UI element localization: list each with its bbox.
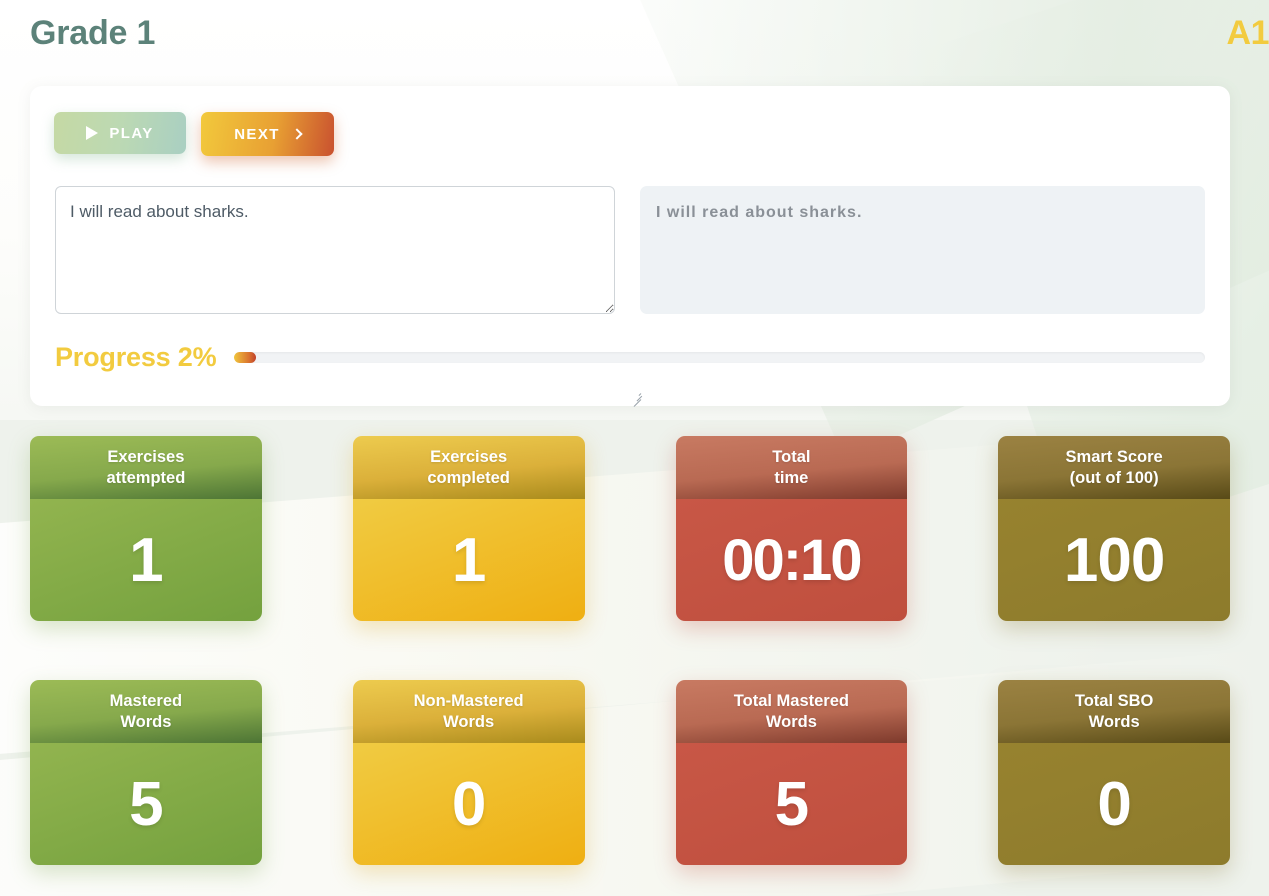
stat-card-title: Smart Score (out of 100) xyxy=(998,436,1230,499)
stat-card-value: 5 xyxy=(675,743,908,865)
stat-card-title: Total time xyxy=(675,436,908,499)
stat-card: Total time 00:10 xyxy=(675,436,908,621)
stat-card-title-line1: Total SBO xyxy=(1074,692,1154,711)
progress-row: Progress 2% xyxy=(55,336,1205,378)
stat-card-title-line1: Exercises xyxy=(430,448,508,467)
stat-card-title: Exercises completed xyxy=(352,436,585,499)
stat-card-title: Exercises attempted xyxy=(30,436,262,499)
stat-card-value: 1 xyxy=(352,499,585,621)
next-button-label: NEXT xyxy=(234,125,280,143)
stat-card-value: 5 xyxy=(30,743,262,865)
next-button[interactable]: NEXT xyxy=(201,112,334,156)
stat-card: Total SBO Words 0 xyxy=(998,680,1230,865)
stat-card-title-line2: Words xyxy=(765,712,817,731)
play-button[interactable]: PLAY xyxy=(54,112,186,154)
stat-card-title-line1: Mastered xyxy=(109,692,183,711)
play-triangle-icon xyxy=(86,126,99,140)
stat-card: Total Mastered Words 5 xyxy=(675,680,908,865)
stat-card-title-line1: Total xyxy=(772,448,811,467)
stat-card-title: Non-Mastered Words xyxy=(352,680,585,743)
exercise-panel: PLAY NEXT I will read about sharks. Prog… xyxy=(30,86,1230,407)
page-title: Grade 1 xyxy=(30,14,156,52)
stat-card: Exercises completed 1 xyxy=(352,436,585,621)
textarea-resize-handle[interactable] xyxy=(630,390,642,407)
level-badge: A1 xyxy=(1226,14,1269,52)
stat-card-title-line1: Exercises xyxy=(107,448,185,467)
stat-card-value: 0 xyxy=(352,743,585,865)
stat-card-title: Total Mastered Words xyxy=(675,680,908,743)
stats-card-row: Mastered Words 5 Non-Mastered Words 0 Total Ma… xyxy=(30,680,1230,865)
stat-card-title-line2: (out of 100) xyxy=(1069,468,1159,487)
action-button-row: PLAY NEXT xyxy=(54,112,334,156)
progress-label: Progress 2% xyxy=(55,341,217,372)
progress-bar[interactable] xyxy=(234,351,1205,363)
stat-card-title-line2: Words xyxy=(1088,712,1140,731)
page-header: Grade 1 A1 xyxy=(0,0,1269,72)
stat-card: Exercises attempted 1 xyxy=(30,436,262,621)
stat-card-title-line1: Total Mastered xyxy=(733,692,849,711)
stat-card-value: 100 xyxy=(998,499,1230,621)
stat-card-title-line1: Non-Mastered xyxy=(413,692,524,711)
stat-card-title-line2: time xyxy=(774,468,809,487)
stat-card-title-line2: attempted xyxy=(106,468,186,487)
stat-card: Mastered Words 5 xyxy=(30,680,262,865)
stat-card-value: 0 xyxy=(998,743,1230,865)
chevron-right-icon xyxy=(291,128,303,140)
stat-card-title-line2: Words xyxy=(443,712,495,731)
play-button-label: PLAY xyxy=(109,124,154,142)
stat-card: Smart Score (out of 100) 100 xyxy=(998,436,1230,621)
stat-card-title: Mastered Words xyxy=(30,680,262,743)
stat-card-value: 00:10 xyxy=(675,499,908,621)
stats-card-row: Exercises attempted 1 Exercises completed 1 To… xyxy=(30,436,1230,621)
stat-card-title-line2: Words xyxy=(120,712,172,731)
stat-card-title-line1: Smart Score xyxy=(1065,448,1163,467)
stat-card-title: Total SBO Words xyxy=(998,680,1230,743)
stat-card-value: 1 xyxy=(30,499,262,621)
progress-bar-fill xyxy=(234,351,257,363)
sentence-input[interactable] xyxy=(55,186,615,314)
stat-card: Non-Mastered Words 0 xyxy=(352,680,585,865)
stats-card-grid: Exercises attempted 1 Exercises completed 1 To… xyxy=(30,436,1230,865)
stat-card-title-line2: completed xyxy=(427,468,510,487)
recognition-readout: I will read about sharks. xyxy=(640,186,1205,314)
